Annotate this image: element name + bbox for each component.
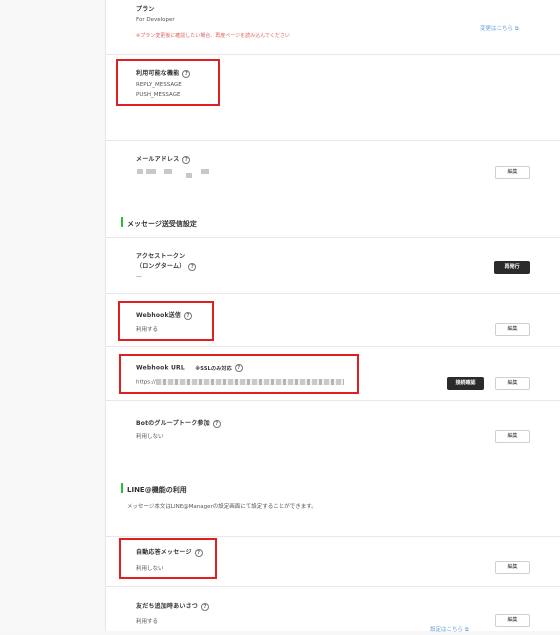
webhook-url-label: Webhook URL ※SSLのみ対応? <box>136 364 243 372</box>
webhook-send-label: Webhook送信? <box>136 310 193 320</box>
divider <box>106 586 560 587</box>
highlight-box <box>118 301 214 341</box>
features-label: 利用可能な機能? <box>136 68 191 78</box>
access-token-label-2: （ロングターム）? <box>136 261 197 271</box>
highlight-box <box>119 354 359 394</box>
webhook-send-value: 利用する <box>136 327 159 333</box>
webhook-url-edit-button[interactable]: 編集 <box>495 377 530 390</box>
plan-warning: ※プラン変更後に確認したい場合、再度ページを読み込んでください <box>136 33 290 39</box>
group-join-value: 利用しない <box>136 434 164 440</box>
friend-greeting-settings-link-label: 設定はこちら <box>430 627 464 633</box>
friend-greeting-settings-link[interactable]: 設定はこちら ⧉ <box>430 616 469 635</box>
help-icon[interactable]: ? <box>182 69 191 78</box>
access-token-value: — <box>136 274 142 280</box>
messaging-section-title: メッセージ送受信設定 <box>127 220 197 228</box>
redacted-email <box>201 169 209 174</box>
plan-change-link[interactable]: 変更はこちら ⧉ <box>480 15 519 34</box>
divider <box>106 237 560 238</box>
access-token-label-2-text: （ロングターム） <box>136 263 186 270</box>
divider <box>106 140 560 141</box>
email-label-text: メールアドレス <box>136 156 180 163</box>
reissue-button[interactable]: 再発行 <box>494 261 530 274</box>
divider <box>106 293 560 294</box>
email-label: メールアドレス? <box>136 154 191 164</box>
friend-greeting-value: 利用する <box>136 619 159 625</box>
redacted-email <box>146 169 156 174</box>
external-link-icon: ⧉ <box>515 26 519 32</box>
email-edit-button[interactable]: 編集 <box>495 166 530 179</box>
group-join-label-text: Botのグループトーク参加 <box>136 420 210 427</box>
section-accent-bar <box>121 217 123 227</box>
highlight-box <box>119 538 217 579</box>
section-accent-bar <box>121 483 123 493</box>
help-icon[interactable]: ? <box>201 602 210 611</box>
access-token-label: アクセストークン <box>136 253 186 260</box>
feature-item: REPLY_MESSAGE <box>136 82 182 88</box>
ssl-note: ※SSLのみ対応 <box>195 365 232 372</box>
webhook-url-value: https:// <box>136 379 344 386</box>
help-icon[interactable]: ? <box>194 548 203 557</box>
auto-reply-value: 利用しない <box>136 566 164 572</box>
help-icon[interactable]: ? <box>188 262 197 271</box>
plan-value: For Developer <box>136 17 175 23</box>
divider <box>106 536 560 537</box>
features-label-text: 利用可能な機能 <box>136 70 180 77</box>
line-section-desc: メッセージ本文はLINE@Managerの設定画面にて設定することができます。 <box>127 504 317 510</box>
verify-button[interactable]: 接続確認 <box>447 377 484 390</box>
line-section-title: LINE@機能の利用 <box>127 486 187 494</box>
group-join-edit-button[interactable]: 編集 <box>495 430 530 443</box>
auto-reply-label-text: 自動応答メッセージ <box>136 549 192 556</box>
friend-greeting-label-text: 友だち追加時あいさつ <box>136 603 199 610</box>
redacted-url <box>155 379 344 385</box>
auto-reply-edit-button[interactable]: 編集 <box>495 561 530 574</box>
divider <box>106 400 560 401</box>
friend-greeting-edit-button[interactable]: 編集 <box>495 614 530 627</box>
help-icon[interactable]: ? <box>182 155 191 164</box>
redacted-email <box>186 173 192 178</box>
webhook-url-label-text: Webhook URL <box>136 364 185 372</box>
plan-label: プラン <box>136 6 155 13</box>
left-sidebar <box>0 0 106 631</box>
plan-change-link-label: 変更はこちら <box>480 26 514 32</box>
redacted-email <box>164 169 172 174</box>
help-icon[interactable]: ? <box>184 311 193 320</box>
webhook-url-prefix: https:// <box>136 379 156 386</box>
external-link-icon: ⧉ <box>465 627 469 633</box>
feature-item: PUSH_MESSAGE <box>136 92 181 98</box>
help-icon[interactable]: ? <box>212 419 221 428</box>
friend-greeting-label: 友だち追加時あいさつ? <box>136 601 210 611</box>
divider <box>106 346 560 347</box>
webhook-send-label-text: Webhook送信 <box>136 312 182 319</box>
group-join-label: Botのグループトーク参加? <box>136 418 221 428</box>
auto-reply-label: 自動応答メッセージ? <box>136 547 203 557</box>
redacted-email <box>137 169 143 174</box>
settings-panel: プラン For Developer ※プラン変更後に確認したい場合、再度ページを… <box>106 0 560 633</box>
webhook-send-edit-button[interactable]: 編集 <box>495 323 530 336</box>
help-icon[interactable]: ? <box>234 364 243 372</box>
divider <box>106 54 560 55</box>
